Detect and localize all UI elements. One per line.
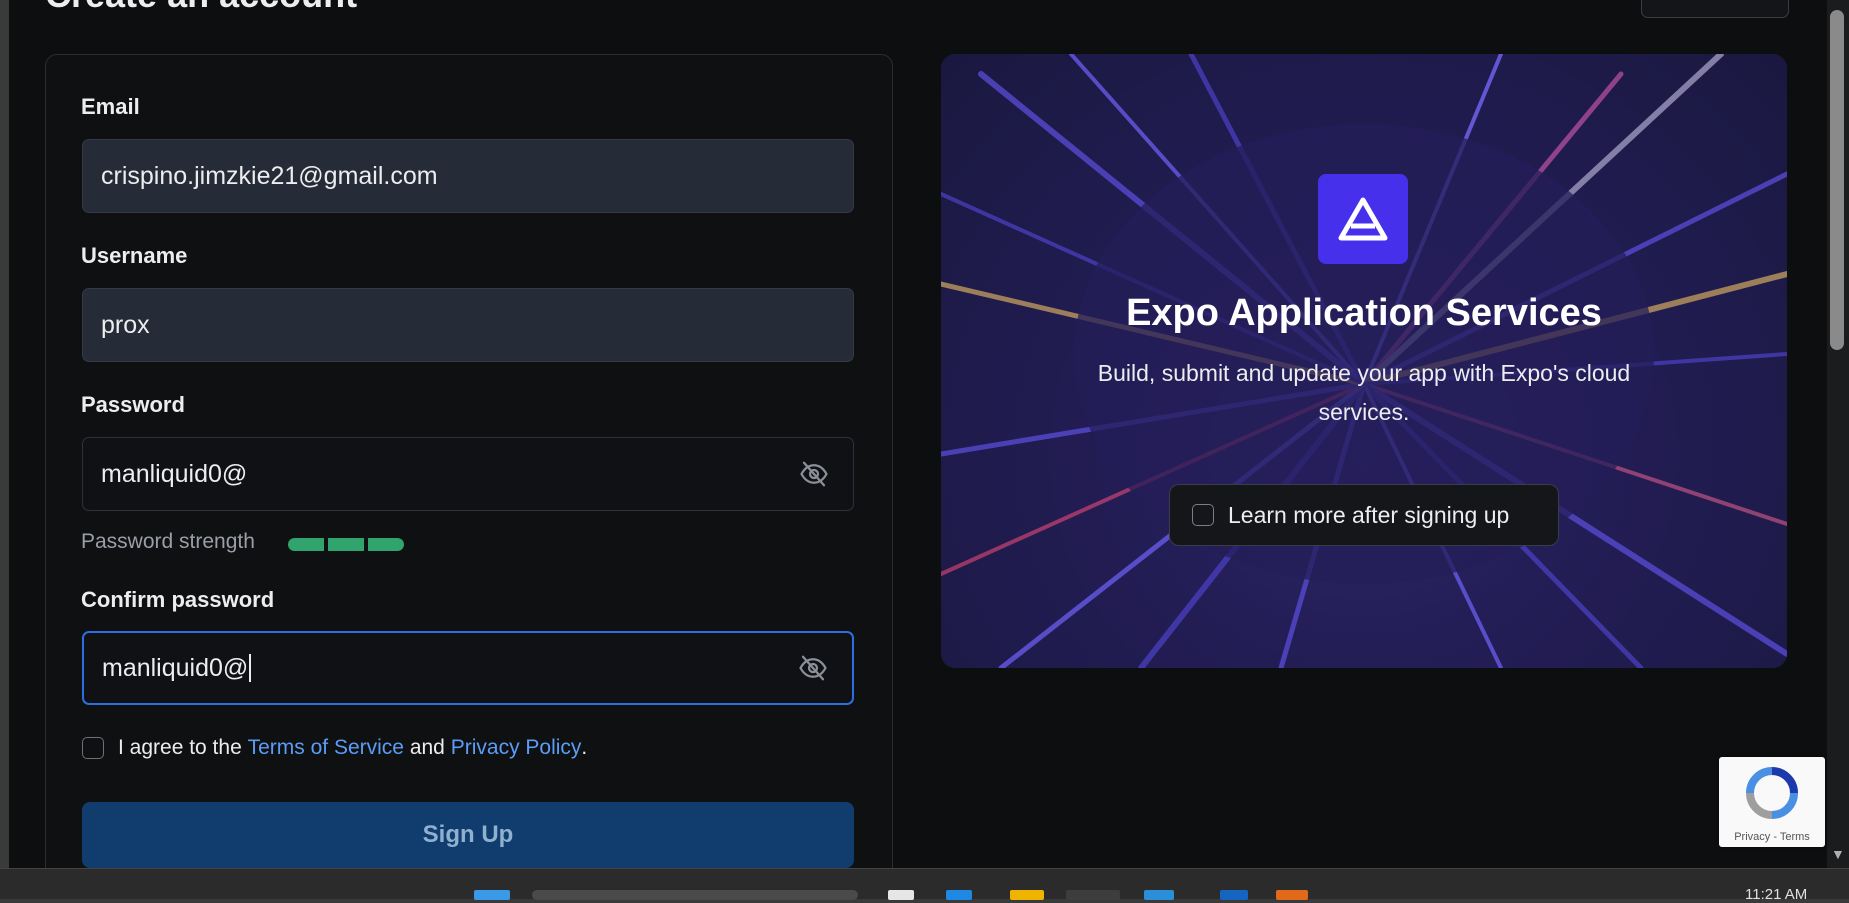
confirm-password-label: Confirm password (81, 587, 275, 612)
confirm-password-value: manliquid0@ (102, 653, 249, 682)
recaptcha-links[interactable]: Privacy - Terms (1719, 831, 1825, 843)
agree-checkbox[interactable] (82, 737, 104, 759)
password-field[interactable]: manliquid0@ (82, 437, 854, 511)
eye-off-icon[interactable] (798, 653, 828, 683)
taskbar-app-icon[interactable] (1276, 890, 1308, 900)
agree-suffix: . (581, 736, 588, 759)
privacy-policy-link[interactable]: Privacy Policy (451, 736, 582, 760)
email-value: crispino.jimzkie21@gmail.com (101, 161, 438, 190)
top-right-button[interactable] (1641, 0, 1789, 18)
recaptcha-icon (1746, 767, 1798, 819)
terms-of-service-link[interactable]: Terms of Service (248, 736, 404, 760)
promo-subtitle: Build, submit and update your app with E… (1097, 360, 1631, 425)
password-strength-label: Password strength (81, 530, 255, 553)
password-value: manliquid0@ (101, 459, 248, 488)
page-title: Create an account (45, 0, 357, 16)
strength-segment (368, 538, 404, 551)
terms-agreement: I agree to the Terms of Service and Priv… (82, 736, 587, 760)
eye-off-icon[interactable] (799, 459, 829, 489)
expo-triangle-icon (1338, 197, 1388, 241)
username-field[interactable]: prox (82, 288, 854, 362)
taskbar-search-box[interactable] (532, 890, 858, 900)
page: Create an account Email crispino.jimzkie… (9, 0, 1827, 868)
learn-more-checkbox[interactable] (1192, 504, 1214, 526)
password-label: Password (81, 392, 185, 417)
username-label: Username (81, 243, 188, 268)
email-label: Email (81, 94, 140, 119)
scroll-down-arrow-icon[interactable]: ▼ (1831, 846, 1845, 862)
recaptcha-badge[interactable]: Privacy - Terms (1719, 757, 1825, 847)
agree-and: and (409, 736, 445, 759)
taskbar-app-icon[interactable] (1220, 890, 1248, 900)
sign-up-button[interactable]: Sign Up (82, 802, 854, 868)
learn-more-label: Learn more after signing up (1228, 501, 1510, 528)
taskbar-app-icon[interactable] (1144, 890, 1174, 900)
email-field[interactable]: crispino.jimzkie21@gmail.com (82, 139, 854, 213)
taskbar-app-icon[interactable] (946, 890, 972, 900)
confirm-password-field[interactable]: manliquid0@ (82, 631, 854, 705)
agree-prefix: I agree to the (118, 736, 242, 759)
username-value: prox (101, 310, 150, 339)
promo-title: Expo Application Services (1126, 292, 1602, 334)
taskbar-clock: 11:21 AM (1745, 886, 1808, 903)
taskbar-active-app[interactable] (1066, 890, 1120, 900)
text-caret (249, 654, 252, 682)
strength-segment (328, 538, 364, 551)
learn-more-option[interactable]: Learn more after signing up (1169, 484, 1559, 546)
taskbar (0, 868, 1849, 899)
windows-start-icon[interactable] (474, 890, 510, 900)
expo-logo (1318, 174, 1408, 264)
scrollbar-thumb[interactable] (1830, 10, 1844, 350)
promo-panel: Expo Application Services Build, submit … (941, 54, 1787, 668)
file-explorer-icon[interactable] (1010, 890, 1044, 900)
strength-segment (288, 538, 324, 551)
taskbar-app-icon[interactable] (888, 890, 914, 900)
